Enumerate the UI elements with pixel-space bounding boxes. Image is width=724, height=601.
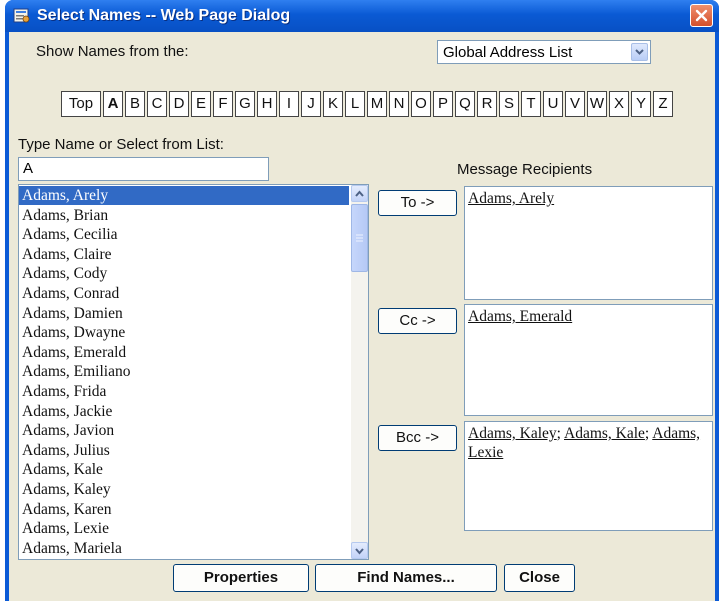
alpha-filter-x[interactable]: X [609, 91, 629, 117]
close-window-button[interactable] [690, 4, 713, 27]
list-item[interactable]: Adams, Lexie [19, 519, 349, 538]
alpha-filter-e[interactable]: E [191, 91, 211, 117]
recipient-separator: ; [556, 425, 564, 442]
list-item[interactable]: Adams, Cody [19, 264, 349, 283]
list-item[interactable]: Adams, Kale [19, 460, 349, 479]
chevron-down-icon [635, 49, 644, 55]
properties-button[interactable]: Properties [173, 564, 309, 592]
alpha-filter-s[interactable]: S [499, 91, 519, 117]
list-item[interactable]: Adams, Mariela [19, 539, 349, 558]
alpha-filter-u[interactable]: U [543, 91, 563, 117]
alpha-filter-k[interactable]: K [323, 91, 343, 117]
recipients-heading: Message Recipients [457, 161, 593, 178]
list-scrollbar[interactable] [351, 185, 368, 559]
alpha-filter-m[interactable]: M [367, 91, 387, 117]
alpha-filter-d[interactable]: D [169, 91, 189, 117]
list-item[interactable]: Adams, Claire [19, 245, 349, 264]
dialog-body: Show Names from the: Global Address List… [9, 32, 715, 601]
recipient-name[interactable]: Adams, Emerald [468, 308, 572, 325]
close-icon [695, 9, 708, 22]
bcc-recipients-box[interactable]: Adams, Kaley; Adams, Kale; Adams, Lexie [464, 421, 713, 531]
list-item[interactable]: Adams, Javion [19, 421, 349, 440]
list-item[interactable]: Adams, Emiliano [19, 362, 349, 381]
recipient-name[interactable]: Adams, Arely [468, 190, 554, 207]
address-list-value: Global Address List [443, 44, 573, 61]
dropdown-arrow-button[interactable] [631, 43, 648, 61]
close-button[interactable]: Close [504, 564, 575, 592]
window-title: Select Names -- Web Page Dialog [37, 7, 291, 24]
list-item[interactable]: Adams, Brian [19, 206, 349, 225]
scroll-thumb[interactable] [351, 204, 368, 272]
recipient-name[interactable]: Adams, Kaley [468, 425, 557, 442]
list-item[interactable]: Adams, Conrad [19, 284, 349, 303]
alpha-filter-j[interactable]: J [301, 91, 321, 117]
grip-icon [356, 234, 363, 242]
list-item[interactable]: Adams, Frida [19, 382, 349, 401]
type-name-label: Type Name or Select from List: [18, 136, 224, 153]
alpha-filter-c[interactable]: C [147, 91, 167, 117]
address-book-icon [13, 8, 30, 23]
find-names-button[interactable]: Find Names... [315, 564, 497, 592]
name-search-input[interactable]: A [18, 157, 269, 181]
list-item[interactable]: Adams, Arely [19, 186, 349, 205]
scroll-up-button[interactable] [351, 185, 368, 202]
alpha-filter-p[interactable]: P [433, 91, 453, 117]
alpha-filter-top[interactable]: Top [61, 91, 101, 117]
add-to-button[interactable]: To -> [378, 190, 457, 216]
alpha-filter-t[interactable]: T [521, 91, 541, 117]
alpha-filter-y[interactable]: Y [631, 91, 651, 117]
alpha-filter-l[interactable]: L [345, 91, 365, 117]
list-item[interactable]: Adams, Dwayne [19, 323, 349, 342]
alpha-filter-f[interactable]: F [213, 91, 233, 117]
alpha-filter-a[interactable]: A [103, 91, 123, 117]
scroll-down-button[interactable] [351, 542, 368, 559]
address-source-label: Show Names from the: [36, 43, 189, 60]
cc-recipients-box[interactable]: Adams, Emerald [464, 304, 713, 416]
list-item[interactable]: Adams, Cecilia [19, 225, 349, 244]
alpha-filter-r[interactable]: R [477, 91, 497, 117]
recipient-name[interactable]: Adams, Kale [564, 425, 645, 442]
list-item[interactable]: Adams, Karen [19, 500, 349, 519]
alpha-filter-h[interactable]: H [257, 91, 277, 117]
names-listbox[interactable]: Adams, Arely Adams, Brian Adams, Cecilia Ad… [18, 184, 369, 560]
alpha-filter-z[interactable]: Z [653, 91, 673, 117]
chevron-up-icon [355, 190, 364, 197]
to-recipients-box[interactable]: Adams, Arely [464, 186, 713, 300]
alpha-filter-o[interactable]: O [411, 91, 431, 117]
alpha-filter-n[interactable]: N [389, 91, 409, 117]
alpha-filter-i[interactable]: I [279, 91, 299, 117]
alpha-filter-b[interactable]: B [125, 91, 145, 117]
chevron-down-icon [355, 548, 364, 555]
list-item[interactable]: Adams, Jackie [19, 402, 349, 421]
list-item[interactable]: Adams, Julius [19, 441, 349, 460]
alpha-filter-w[interactable]: W [587, 91, 607, 117]
list-item[interactable]: Adams, Damien [19, 304, 349, 323]
title-bar[interactable]: Select Names -- Web Page Dialog [5, 0, 719, 32]
add-cc-button[interactable]: Cc -> [378, 308, 457, 334]
add-bcc-button[interactable]: Bcc -> [378, 425, 457, 451]
list-item[interactable]: Adams, Emerald [19, 343, 349, 362]
dialog-window: Select Names -- Web Page Dialog Show Nam… [5, 0, 719, 601]
alpha-filter-q[interactable]: Q [455, 91, 475, 117]
list-item[interactable]: Adams, Kaley [19, 480, 349, 499]
address-list-select[interactable]: Global Address List [437, 40, 651, 64]
alpha-filter-g[interactable]: G [235, 91, 255, 117]
alpha-filter-v[interactable]: V [565, 91, 585, 117]
